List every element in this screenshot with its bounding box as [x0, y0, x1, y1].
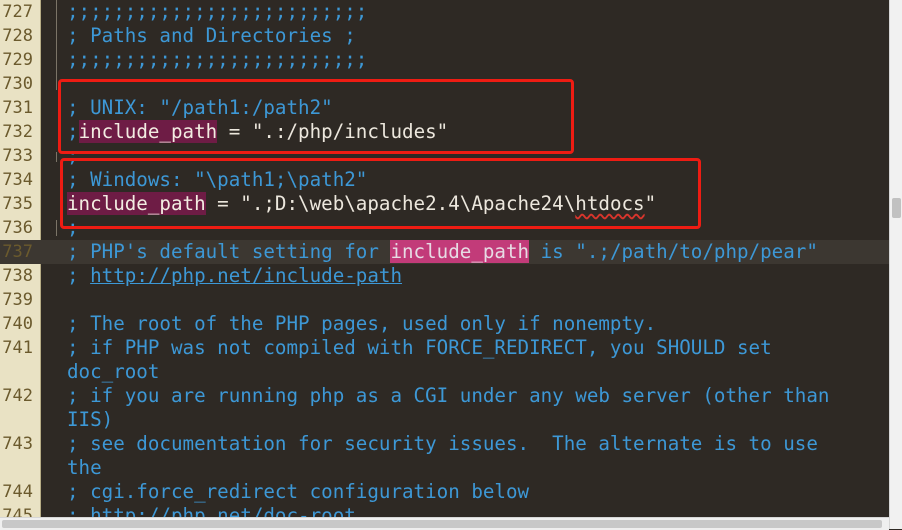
code-line[interactable]: 739 [0, 288, 889, 312]
comment-text: is ".;/path/to/php/pear" [529, 240, 818, 263]
code-line[interactable]: 741 ; if PHP was not compiled with FORCE… [0, 336, 889, 360]
code-line-current[interactable]: 737 ; PHP's default setting for include_… [0, 240, 889, 264]
line-number: 727 [2, 2, 33, 22]
line-text: ;;;;;;;;;;;;;;;;;;;;;;;;;; [67, 48, 368, 71]
code-line[interactable]: 740 ; The root of the PHP pages, used on… [0, 312, 889, 336]
line-number: 741 [2, 338, 33, 358]
line-number: 736 [2, 218, 33, 238]
code-line[interactable]: 728 ; Paths and Directories ; [0, 24, 889, 48]
code-line-wrap[interactable]: doc_root [0, 360, 889, 384]
line-number: 733 [2, 146, 33, 166]
code-line-wrap[interactable]: the [0, 456, 889, 480]
line-text: ; The root of the PHP pages, used only i… [67, 312, 657, 335]
line-number: 735 [2, 194, 33, 214]
comment-marker: ; [67, 264, 91, 287]
line-text: ; Paths and Directories ; [67, 24, 356, 47]
line-number: 729 [2, 50, 33, 70]
line-text: ; http://php.net/include-path [67, 264, 402, 288]
code-line[interactable]: 729 ;;;;;;;;;;;;;;;;;;;;;;;;;; [0, 48, 889, 72]
line-text-wrapped: IIS) [67, 408, 114, 431]
line-text: ;;;;;;;;;;;;;;;;;;;;;;;;;; [67, 0, 368, 23]
line-number: 734 [2, 170, 33, 190]
line-number: 732 [2, 122, 33, 142]
line-text: ; if you are running php as a CGI under … [67, 384, 830, 407]
horizontal-scroll-thumb[interactable] [2, 520, 882, 528]
annotation-box-unix [58, 79, 574, 154]
line-number: 730 [2, 74, 33, 94]
line-number: 744 [2, 482, 33, 502]
vertical-scrollbar[interactable] [889, 0, 902, 529]
code-line[interactable]: 743 ; see documentation for security iss… [0, 432, 889, 456]
line-text: ; see documentation for security issues.… [67, 432, 818, 455]
comment-text: ; PHP's default setting for [67, 240, 391, 263]
line-number: 743 [2, 434, 33, 454]
line-number: 739 [2, 290, 33, 310]
line-text-wrapped: doc_root [67, 360, 160, 383]
annotation-box-windows [60, 158, 701, 229]
code-line[interactable]: 744 ; cgi.force_redirect configuration b… [0, 480, 889, 504]
code-line-wrap[interactable]: IIS) [0, 408, 889, 432]
line-number: 737 [2, 242, 33, 262]
line-text: ; cgi.force_redirect configuration below [67, 480, 530, 503]
line-number: 742 [2, 386, 33, 406]
code-line[interactable]: 742 ; if you are running php as a CGI un… [0, 384, 889, 408]
line-number: 728 [2, 26, 33, 46]
line-text: ; if PHP was not compiled with FORCE_RED… [67, 336, 772, 359]
vertical-scroll-thumb[interactable] [892, 198, 901, 218]
line-text-wrapped: the [67, 456, 102, 479]
code-editor[interactable]: 727 ;;;;;;;;;;;;;;;;;;;;;;;;;; 728 ; Pat… [0, 0, 889, 529]
code-line[interactable]: 727 ;;;;;;;;;;;;;;;;;;;;;;;;;; [0, 0, 889, 24]
search-highlight: include_path [390, 240, 530, 263]
line-number: 731 [2, 98, 33, 118]
line-text: ; PHP's default setting for include_path… [67, 240, 818, 264]
url-link[interactable]: http://php.net/include-path [90, 264, 402, 287]
code-line[interactable]: 738 ; http://php.net/include-path [0, 264, 889, 288]
line-number: 740 [2, 314, 33, 334]
horizontal-scrollbar[interactable] [0, 517, 889, 530]
line-number: 738 [2, 266, 33, 286]
